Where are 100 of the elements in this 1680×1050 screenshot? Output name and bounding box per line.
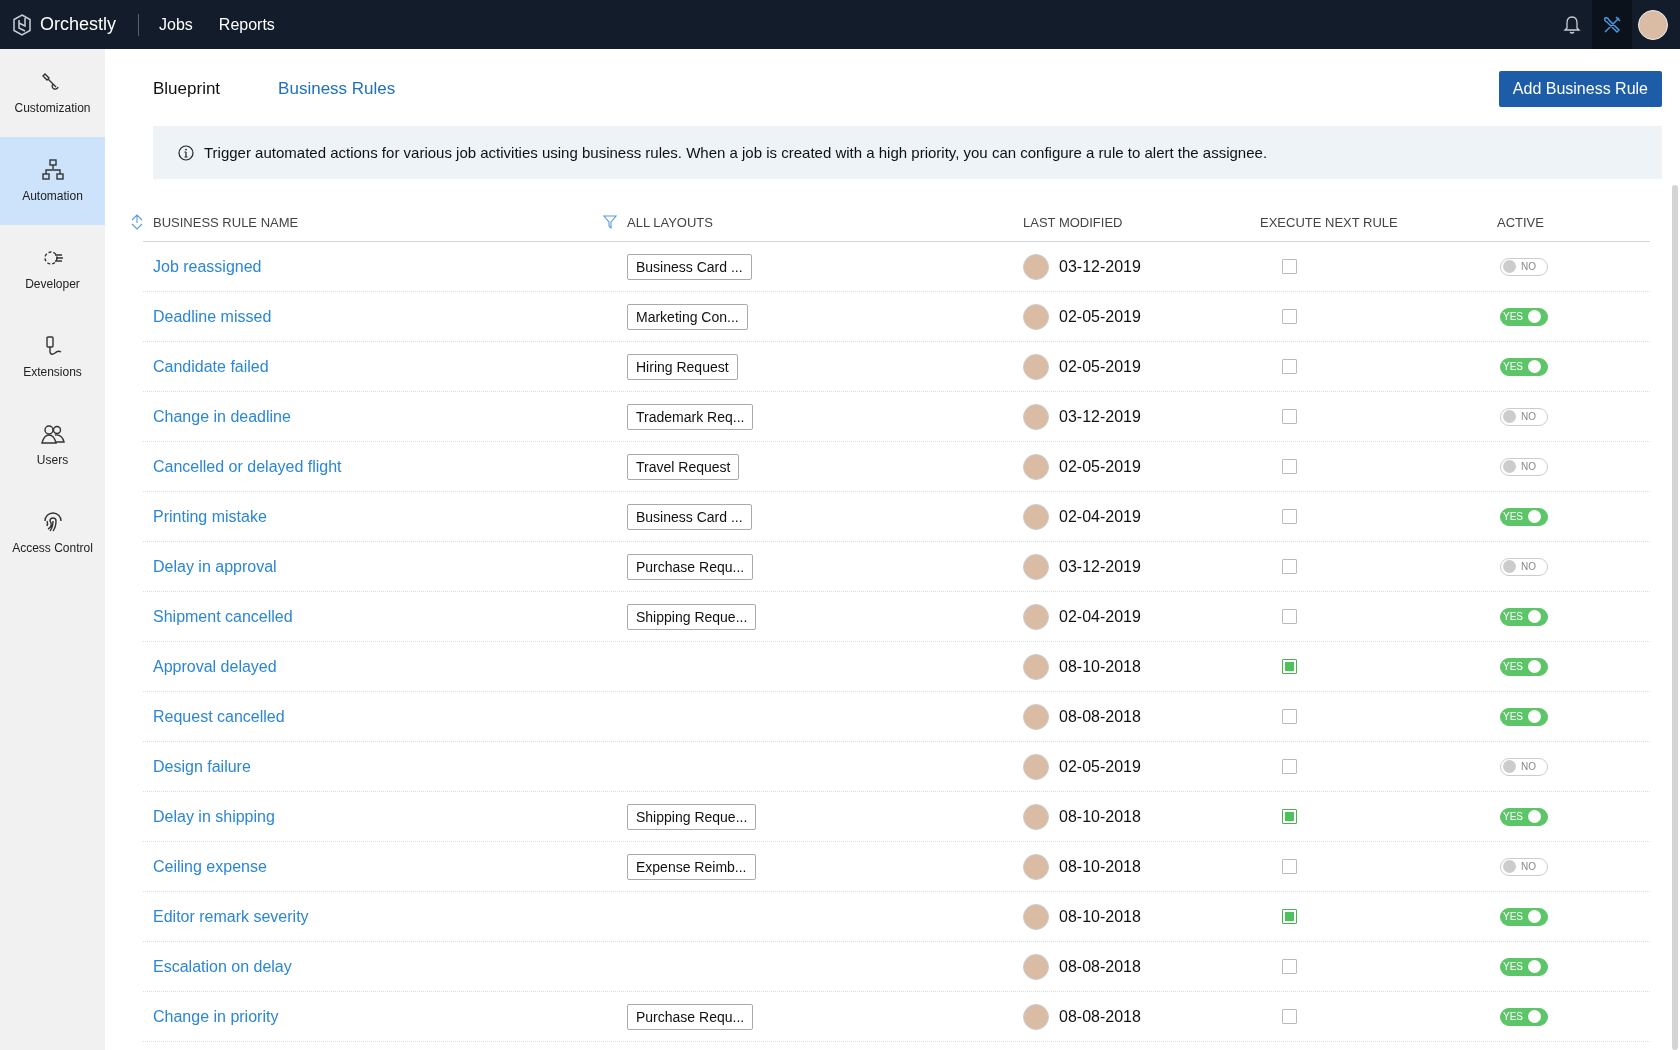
sidebar-item[interactable]: Developer [0, 225, 105, 313]
tab[interactable]: Business Rules [278, 78, 396, 99]
layout-tag: Business Card ... [627, 503, 752, 530]
rule-name-link[interactable]: Design failure [153, 757, 251, 776]
active-toggle[interactable]: NO [1500, 407, 1548, 426]
scrollbar[interactable] [1672, 185, 1678, 1050]
active-toggle[interactable]: YES [1500, 957, 1548, 976]
layout-tag: Shipping Reque... [627, 603, 757, 630]
active-toggle[interactable]: YES [1500, 1007, 1548, 1026]
rule-name-link[interactable]: Change in priority [153, 1007, 279, 1026]
user-avatar [1023, 753, 1049, 780]
execute-next-checkbox[interactable] [1282, 559, 1297, 574]
rule-name-link[interactable]: Cancelled or delayed flight [153, 457, 342, 476]
execute-next-checkbox[interactable] [1282, 259, 1297, 274]
active-toggle[interactable]: YES [1500, 607, 1548, 626]
brand-name: Orchestly [40, 14, 117, 35]
user-avatar [1023, 253, 1049, 280]
sidebar-item[interactable]: Users [0, 401, 105, 489]
active-toggle[interactable]: YES [1500, 707, 1548, 726]
user-avatar [1023, 353, 1049, 380]
layout-tag: Shipping Reque... [627, 803, 757, 830]
modified-date: 08-10-2018 [1059, 657, 1141, 676]
rule-name-link[interactable]: Deadline missed [153, 307, 272, 326]
column-header: EXECUTE NEXT RULE [1260, 214, 1398, 230]
tab[interactable]: Blueprint [153, 78, 221, 99]
user-avatar [1023, 303, 1049, 330]
active-toggle[interactable]: YES [1500, 307, 1548, 326]
layout-tag: Trademark Req... [627, 403, 754, 430]
info-text: Trigger automated actions for various job activities using business rules. When a job is created with a high priority, you can configure a rule to alert the assignee. [204, 144, 1268, 161]
active-toggle[interactable]: NO [1500, 457, 1548, 476]
sidebar-item[interactable]: Customization [0, 49, 105, 137]
execute-next-checkbox[interactable] [1282, 659, 1297, 674]
add-rule-button[interactable]: Add Business Rule [1498, 70, 1662, 107]
user-avatar [1023, 403, 1049, 430]
avatar[interactable] [1638, 9, 1668, 40]
execute-next-checkbox[interactable] [1282, 509, 1297, 524]
execute-next-checkbox[interactable] [1282, 359, 1297, 374]
rule-name-link[interactable]: Approval delayed [153, 657, 277, 676]
layout-tag: Hiring Request [627, 353, 738, 380]
rule-name-link[interactable]: Shipment cancelled [153, 607, 293, 626]
execute-next-checkbox[interactable] [1282, 859, 1297, 874]
active-toggle[interactable]: YES [1500, 657, 1548, 676]
user-avatar [1023, 703, 1049, 730]
rule-name-link[interactable]: Editor remark severity [153, 907, 309, 926]
sidebar-item[interactable]: Extensions [0, 313, 105, 401]
nav-link[interactable]: Jobs [159, 15, 193, 34]
execute-next-checkbox[interactable] [1282, 309, 1297, 324]
execute-next-checkbox[interactable] [1282, 459, 1297, 474]
layout-tag: Purchase Requ... [627, 1003, 754, 1030]
active-toggle[interactable]: YES [1500, 507, 1548, 526]
modified-date: 02-05-2019 [1059, 307, 1141, 326]
execute-next-checkbox[interactable] [1282, 909, 1297, 924]
rule-name-link[interactable]: Candidate failed [153, 357, 269, 376]
execute-next-checkbox[interactable] [1282, 759, 1297, 774]
rule-name-link[interactable]: Ceiling expense [153, 857, 267, 876]
rule-name-link[interactable]: Job reassigned [153, 257, 262, 276]
nav-link[interactable]: Reports [218, 15, 275, 34]
active-toggle[interactable]: NO [1500, 257, 1548, 276]
modified-date: 03-12-2019 [1059, 407, 1141, 426]
info-icon [178, 144, 194, 161]
bell-icon[interactable] [1563, 14, 1581, 35]
column-header: ALL LAYOUTS [627, 214, 713, 230]
user-avatar [1023, 453, 1049, 480]
sidebar-item[interactable]: Automation [0, 137, 105, 225]
active-toggle[interactable]: NO [1500, 757, 1548, 776]
active-toggle[interactable]: YES [1500, 907, 1548, 926]
rule-name-link[interactable]: Printing mistake [153, 507, 267, 526]
rule-name-link[interactable]: Escalation on delay [153, 957, 292, 976]
active-toggle[interactable]: YES [1500, 807, 1548, 826]
user-avatar [1023, 853, 1049, 880]
rule-name-link[interactable]: Request cancelled [153, 707, 285, 726]
modified-date: 08-10-2018 [1059, 907, 1141, 926]
filter-icon[interactable] [603, 215, 617, 229]
modified-date: 02-04-2019 [1059, 507, 1141, 526]
rule-name-link[interactable]: Change in deadline [153, 407, 291, 426]
rule-name-link[interactable]: Delay in shipping [153, 807, 275, 826]
modified-date: 02-05-2019 [1059, 757, 1141, 776]
user-avatar [1023, 1003, 1049, 1030]
users-icon [40, 423, 65, 447]
layout-tag: Business Card ... [627, 253, 752, 280]
user-avatar [1023, 803, 1049, 830]
tools-icon[interactable] [1602, 14, 1622, 35]
modified-date: 08-08-2018 [1059, 1007, 1141, 1026]
execute-next-checkbox[interactable] [1282, 709, 1297, 724]
active-toggle[interactable]: YES [1500, 357, 1548, 376]
sort-icon[interactable] [129, 214, 145, 230]
sidebar-item[interactable]: Access Control [0, 489, 105, 577]
execute-next-checkbox[interactable] [1282, 409, 1297, 424]
column-header: LAST MODIFIED [1023, 214, 1123, 230]
user-avatar [1023, 903, 1049, 930]
execute-next-checkbox[interactable] [1282, 809, 1297, 824]
layout-tag: Marketing Con... [627, 303, 748, 330]
execute-next-checkbox[interactable] [1282, 609, 1297, 624]
active-toggle[interactable]: NO [1500, 557, 1548, 576]
modified-date: 08-10-2018 [1059, 857, 1141, 876]
execute-next-checkbox[interactable] [1282, 959, 1297, 974]
active-toggle[interactable]: NO [1500, 857, 1548, 876]
user-avatar [1023, 503, 1049, 530]
rule-name-link[interactable]: Delay in approval [153, 557, 277, 576]
execute-next-checkbox[interactable] [1282, 1009, 1297, 1024]
